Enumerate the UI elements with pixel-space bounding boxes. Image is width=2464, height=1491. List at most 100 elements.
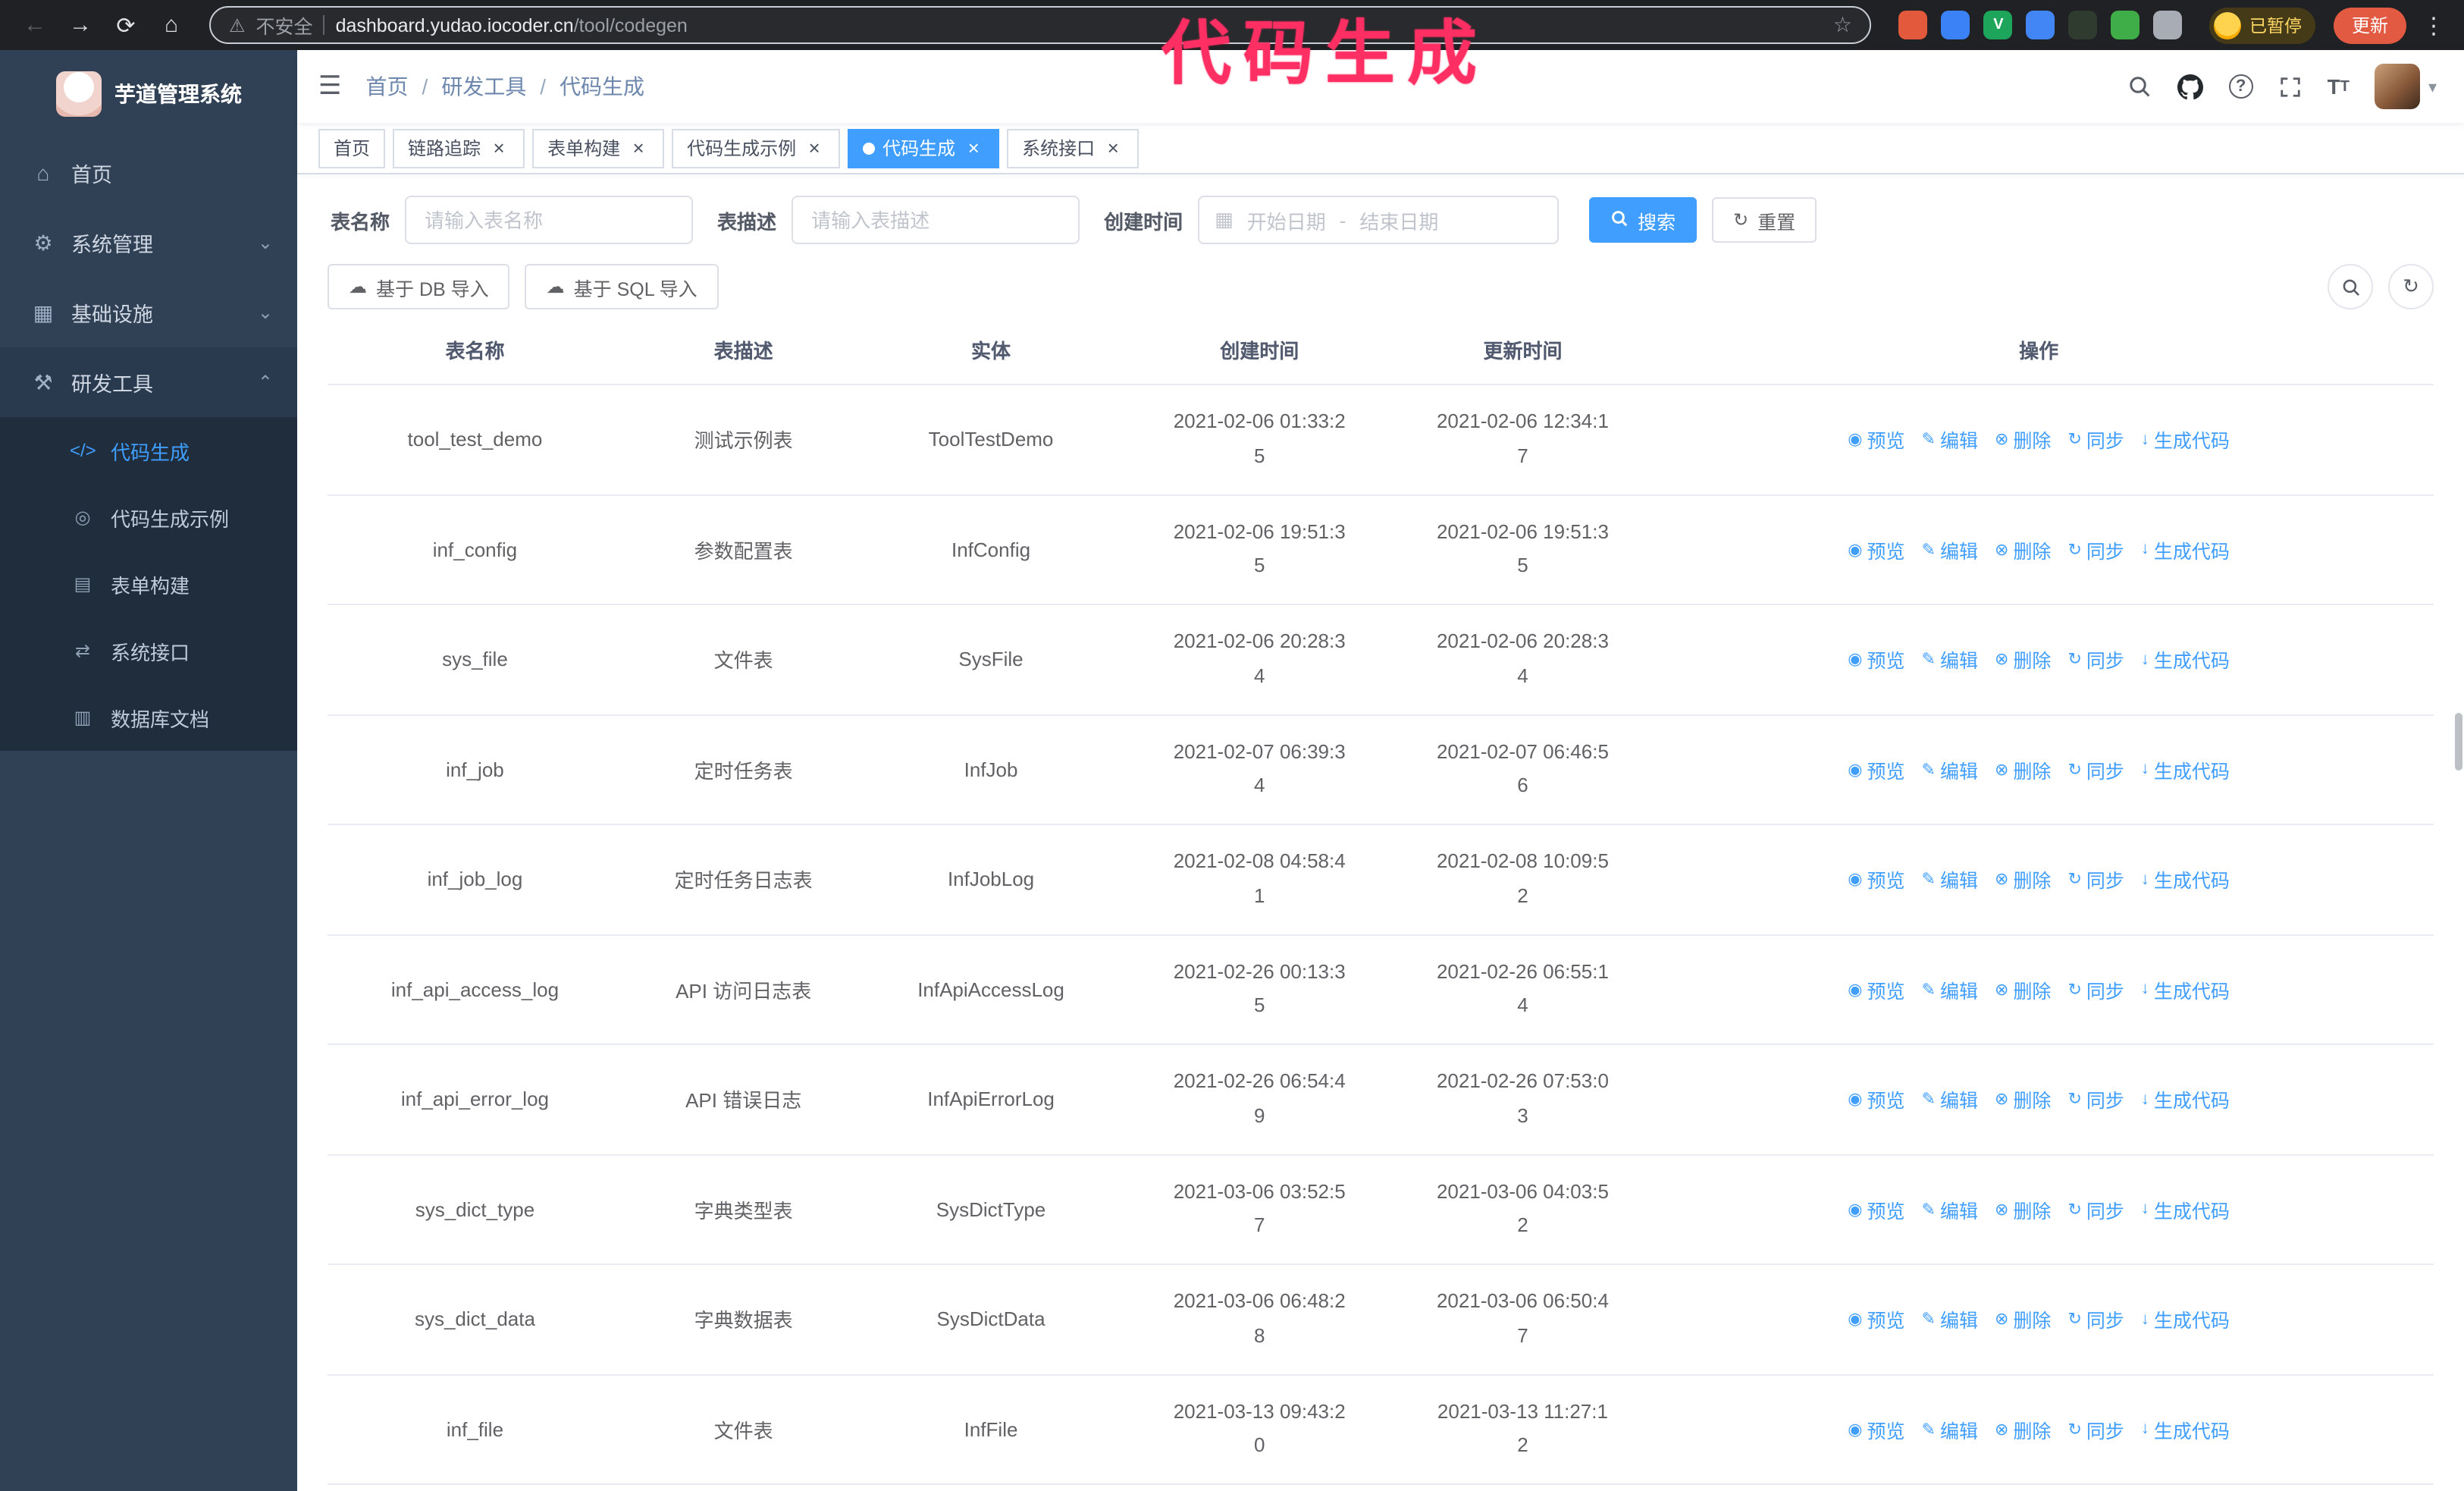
tab-close-icon[interactable]: × — [963, 137, 984, 159]
action-delete[interactable]: ⊗ 删除 — [1995, 865, 2051, 894]
browser-back-icon[interactable]: ← — [15, 5, 55, 45]
tab-5[interactable]: 系统接口 × — [1007, 128, 1140, 168]
action-generate[interactable]: ↓ 生成代码 — [2141, 1305, 2230, 1334]
action-edit[interactable]: ✎ 编辑 — [1922, 1085, 1978, 1114]
import-sql-button[interactable]: ☁ 基于 SQL 导入 — [525, 264, 719, 309]
tab-close-icon[interactable]: × — [1102, 137, 1124, 159]
action-sync[interactable]: ↻ 同步 — [2067, 1415, 2124, 1444]
sidebar-item-db-doc[interactable]: ▥ 数据库文档 — [0, 684, 297, 751]
font-size-icon[interactable]: TT — [2328, 74, 2350, 99]
sidebar-item-home[interactable]: ⌂ 首页 — [0, 138, 297, 208]
help-icon[interactable]: ? — [2228, 74, 2253, 99]
action-edit[interactable]: ✎ 编辑 — [1922, 425, 1978, 454]
action-edit[interactable]: ✎ 编辑 — [1922, 645, 1978, 674]
browser-update-button[interactable]: 更新 — [2333, 7, 2406, 43]
action-preview[interactable]: ◉ 预览 — [1848, 865, 1904, 894]
action-generate[interactable]: ↓ 生成代码 — [2141, 755, 2230, 784]
action-edit[interactable]: ✎ 编辑 — [1922, 1195, 1978, 1224]
breadcrumb-item-1[interactable]: 研发工具 — [441, 71, 526, 102]
action-generate[interactable]: ↓ 生成代码 — [2141, 1415, 2230, 1444]
extension-green-check-icon[interactable]: V — [1983, 11, 2013, 39]
action-preview[interactable]: ◉ 预览 — [1848, 1415, 1904, 1444]
action-generate[interactable]: ↓ 生成代码 — [2141, 425, 2230, 454]
action-delete[interactable]: ⊗ 删除 — [1995, 1415, 2051, 1444]
action-preview[interactable]: ◉ 预览 — [1848, 425, 1904, 454]
toggle-search-icon[interactable] — [2328, 264, 2373, 309]
action-delete[interactable]: ⊗ 删除 — [1995, 535, 2051, 564]
tab-4[interactable]: 代码生成 × — [848, 128, 1000, 168]
action-delete[interactable]: ⊗ 删除 — [1995, 755, 2051, 784]
browser-menu-kebab-icon[interactable]: ⋮ — [2419, 11, 2449, 39]
start-date-placeholder[interactable]: 开始日期 — [1247, 206, 1326, 234]
action-preview[interactable]: ◉ 预览 — [1848, 755, 1904, 784]
action-generate[interactable]: ↓ 生成代码 — [2141, 1085, 2230, 1114]
import-db-button[interactable]: ☁ 基于 DB 导入 — [328, 264, 510, 309]
breadcrumb-item-0[interactable]: 首页 — [366, 71, 409, 102]
browser-home-icon[interactable]: ⌂ — [152, 5, 191, 45]
action-preview[interactable]: ◉ 预览 — [1848, 1085, 1904, 1114]
action-generate[interactable]: ↓ 生成代码 — [2141, 535, 2230, 564]
github-icon[interactable] — [2177, 74, 2203, 99]
sidebar-item-devtools[interactable]: ⚒ 研发工具 ⌃ — [0, 347, 297, 417]
hamburger-icon[interactable]: ☰ — [318, 71, 342, 102]
date-range-picker[interactable]: ▦ 开始日期 - 结束日期 — [1198, 196, 1560, 244]
action-delete[interactable]: ⊗ 删除 — [1995, 1085, 2051, 1114]
tab-1[interactable]: 链路追踪 × — [393, 128, 525, 168]
action-generate[interactable]: ↓ 生成代码 — [2141, 645, 2230, 674]
end-date-placeholder[interactable]: 结束日期 — [1359, 206, 1438, 234]
action-generate[interactable]: ↓ 生成代码 — [2141, 865, 2230, 894]
action-sync[interactable]: ↻ 同步 — [2067, 1085, 2124, 1114]
action-sync[interactable]: ↻ 同步 — [2067, 865, 2124, 894]
sidebar-item-infra[interactable]: ▦ 基础设施 ⌄ — [0, 278, 297, 347]
action-preview[interactable]: ◉ 预览 — [1848, 645, 1904, 674]
extension-dark-box-icon[interactable] — [2068, 11, 2098, 39]
bookmark-star-icon[interactable]: ☆ — [1833, 12, 1852, 38]
browser-forward-icon[interactable]: → — [61, 5, 100, 45]
action-delete[interactable]: ⊗ 删除 — [1995, 645, 2051, 674]
address-bar[interactable]: ⚠ 不安全 dashboard.yudao.iocoder.cn/tool/co… — [209, 6, 1872, 44]
security-label[interactable]: 不安全 — [256, 11, 313, 39]
extension-fox-icon[interactable] — [1898, 11, 1928, 39]
refresh-table-icon[interactable]: ↻ — [2388, 264, 2434, 309]
search-button[interactable]: 搜索 — [1589, 197, 1698, 243]
action-delete[interactable]: ⊗ 删除 — [1995, 425, 2051, 454]
tab-close-icon[interactable]: × — [804, 137, 825, 159]
sidebar-item-api[interactable]: ⇄ 系统接口 — [0, 617, 297, 684]
action-delete[interactable]: ⊗ 删除 — [1995, 1195, 2051, 1224]
reset-button[interactable]: ↻ 重置 — [1712, 197, 1817, 243]
action-sync[interactable]: ↻ 同步 — [2067, 535, 2124, 564]
table-desc-input[interactable] — [792, 196, 1080, 244]
fullscreen-icon[interactable] — [2279, 75, 2302, 98]
action-edit[interactable]: ✎ 编辑 — [1922, 865, 1978, 894]
action-sync[interactable]: ↻ 同步 — [2067, 755, 2124, 784]
extension-leaf-icon[interactable] — [2111, 11, 2140, 39]
action-preview[interactable]: ◉ 预览 — [1848, 535, 1904, 564]
user-avatar[interactable]: ▾ — [2375, 64, 2437, 109]
action-sync[interactable]: ↻ 同步 — [2067, 1195, 2124, 1224]
browser-reload-icon[interactable]: ⟳ — [106, 5, 146, 45]
extension-people-icon[interactable] — [2026, 11, 2055, 39]
action-edit[interactable]: ✎ 编辑 — [1922, 1305, 1978, 1334]
action-sync[interactable]: ↻ 同步 — [2067, 425, 2124, 454]
action-sync[interactable]: ↻ 同步 — [2067, 975, 2124, 1004]
extension-blue-drop-icon[interactable] — [1941, 11, 1970, 39]
action-preview[interactable]: ◉ 预览 — [1848, 1195, 1904, 1224]
profile-chip[interactable]: 已暂停 — [2209, 7, 2315, 43]
action-generate[interactable]: ↓ 生成代码 — [2141, 1195, 2230, 1224]
search-icon[interactable] — [2127, 74, 2152, 99]
sidebar-item-system[interactable]: ⚙ 系统管理 ⌄ — [0, 208, 297, 278]
sidebar-item-codegen[interactable]: </> 代码生成 — [0, 417, 297, 484]
tab-close-icon[interactable]: × — [488, 137, 509, 159]
extension-puzzle-icon[interactable] — [2153, 11, 2183, 39]
action-edit[interactable]: ✎ 编辑 — [1922, 975, 1978, 1004]
tab-3[interactable]: 代码生成示例 × — [672, 128, 841, 168]
action-edit[interactable]: ✎ 编辑 — [1922, 755, 1978, 784]
logo[interactable]: 芋道管理系统 — [0, 50, 297, 138]
action-delete[interactable]: ⊗ 删除 — [1995, 1305, 2051, 1334]
action-generate[interactable]: ↓ 生成代码 — [2141, 975, 2230, 1004]
action-delete[interactable]: ⊗ 删除 — [1995, 975, 2051, 1004]
action-edit[interactable]: ✎ 编辑 — [1922, 535, 1978, 564]
action-edit[interactable]: ✎ 编辑 — [1922, 1415, 1978, 1444]
tab-close-icon[interactable]: × — [628, 137, 649, 159]
tab-2[interactable]: 表单构建 × — [532, 128, 665, 168]
